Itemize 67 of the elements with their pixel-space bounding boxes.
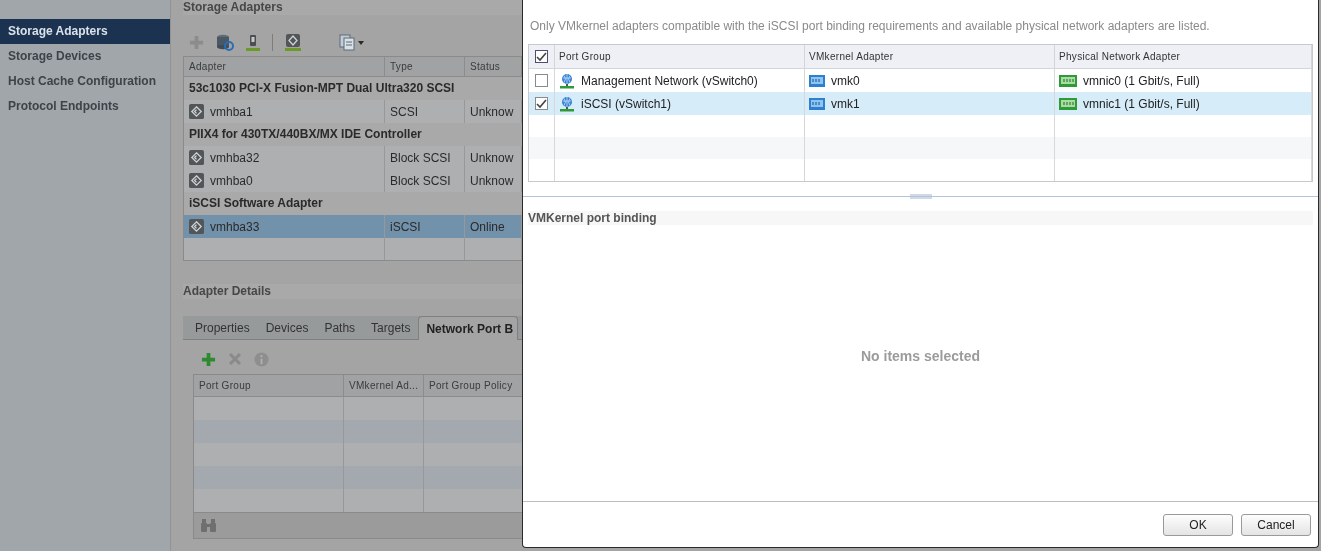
section-title: VMKernel port binding — [528, 211, 1313, 225]
vmkernel-adapter-name: vmk1 — [831, 96, 860, 111]
sidebar-item[interactable]: Storage Adapters — [0, 19, 170, 44]
adapter-icon — [189, 150, 204, 165]
network-card-icon — [809, 73, 825, 88]
checkbox[interactable] — [535, 50, 548, 63]
cancel-button[interactable]: Cancel — [1241, 513, 1311, 536]
table-cell: Unknow — [470, 150, 514, 165]
table-cell: iSCSI — [390, 219, 421, 234]
adapter-name: vmhba0 — [210, 173, 253, 188]
section-title: Storage Adapters — [183, 0, 523, 15]
copy-dropdown-icon[interactable] — [339, 33, 365, 51]
section-title: Adapter Details — [183, 284, 523, 299]
column-header[interactable]: Port Group — [555, 45, 805, 68]
sidebar-item[interactable]: Protocol Endpoints — [0, 94, 170, 119]
table-row[interactable]: vmhba33 iSCSI Online — [184, 215, 522, 238]
table-row[interactable]: vmhba32 Block SCSI Unknow — [184, 146, 522, 169]
network-globe-icon — [559, 95, 575, 112]
physical-adapter-name: vmnic1 (1 Gbit/s, Full) — [1083, 96, 1200, 111]
adapter-group-label: PIIX4 for 430TX/440BX/MX IDE Controller — [189, 127, 422, 141]
table-row[interactable]: iSCSI (vSwitch1) vmk1 vmnic1 (1 Gbit/s, Full) — [529, 92, 1312, 115]
adapter-name: vmhba1 — [210, 104, 253, 119]
binoculars-icon[interactable] — [200, 519, 217, 532]
table-cell: SCSI — [390, 104, 418, 119]
adapter-group-label: 53c1030 PCI-X Fusion-MPT Dual Ultra320 SCSI — [189, 81, 455, 95]
column-header[interactable]: VMkernel Adapter — [805, 45, 1055, 68]
adapter-name: vmhba33 — [210, 219, 260, 234]
column-header[interactable]: Port Group — [194, 375, 344, 396]
adapter-name: vmhba32 — [210, 150, 260, 165]
column-header[interactable]: VMkernel Ad... — [344, 375, 424, 396]
adapter-icon[interactable] — [285, 33, 301, 51]
ok-button[interactable]: OK — [1163, 513, 1233, 536]
network-globe-icon — [559, 72, 575, 89]
table-cell: Block SCSI — [390, 173, 451, 188]
adapter-group-label: iSCSI Software Adapter — [189, 196, 323, 210]
column-header[interactable]: Physical Network Adapter — [1055, 45, 1312, 68]
empty-message: No items selected — [860, 348, 981, 364]
port-group-name: Management Network (vSwitch0) — [581, 73, 758, 88]
splitter-grip-icon[interactable] — [909, 194, 932, 199]
checkbox[interactable] — [535, 97, 548, 110]
column-header[interactable]: Adapter — [184, 57, 385, 76]
sidebar-item[interactable]: Storage Devices — [0, 44, 170, 69]
network-card-icon — [1059, 73, 1077, 88]
tab[interactable]: Paths — [316, 317, 364, 339]
port-group-name: iSCSI (vSwitch1) — [581, 96, 672, 111]
adapter-icon — [189, 104, 204, 119]
adapter-icon — [189, 173, 204, 188]
table-cell: Unknow — [470, 173, 514, 188]
tab[interactable]: Network Port B — [418, 316, 519, 340]
tab[interactable]: Properties — [187, 317, 258, 339]
table-cell: Online — [470, 219, 505, 234]
adapter-icon — [189, 219, 204, 234]
vmkernel-adapter-name: vmk0 — [831, 73, 860, 88]
network-card-icon — [1059, 96, 1077, 111]
refresh-storage-icon[interactable] — [216, 33, 234, 51]
device-icon[interactable] — [246, 33, 260, 51]
table-cell: Block SCSI — [390, 150, 451, 165]
checkbox[interactable] — [535, 74, 548, 87]
table-cell: Unknow — [470, 104, 514, 119]
network-card-icon — [809, 96, 825, 111]
sidebar-item[interactable]: Host Cache Configuration — [0, 69, 170, 94]
column-header[interactable]: Type — [385, 57, 465, 76]
add-icon[interactable] — [201, 351, 216, 367]
tab[interactable]: Targets — [363, 317, 419, 339]
tab[interactable]: Devices — [257, 317, 317, 339]
description-text: Only VMkernel adapters compatible with the iSCSI port binding requirements and available physical network adapters are listed. — [530, 18, 1211, 34]
physical-adapter-name: vmnic0 (1 Gbit/s, Full) — [1083, 73, 1200, 88]
